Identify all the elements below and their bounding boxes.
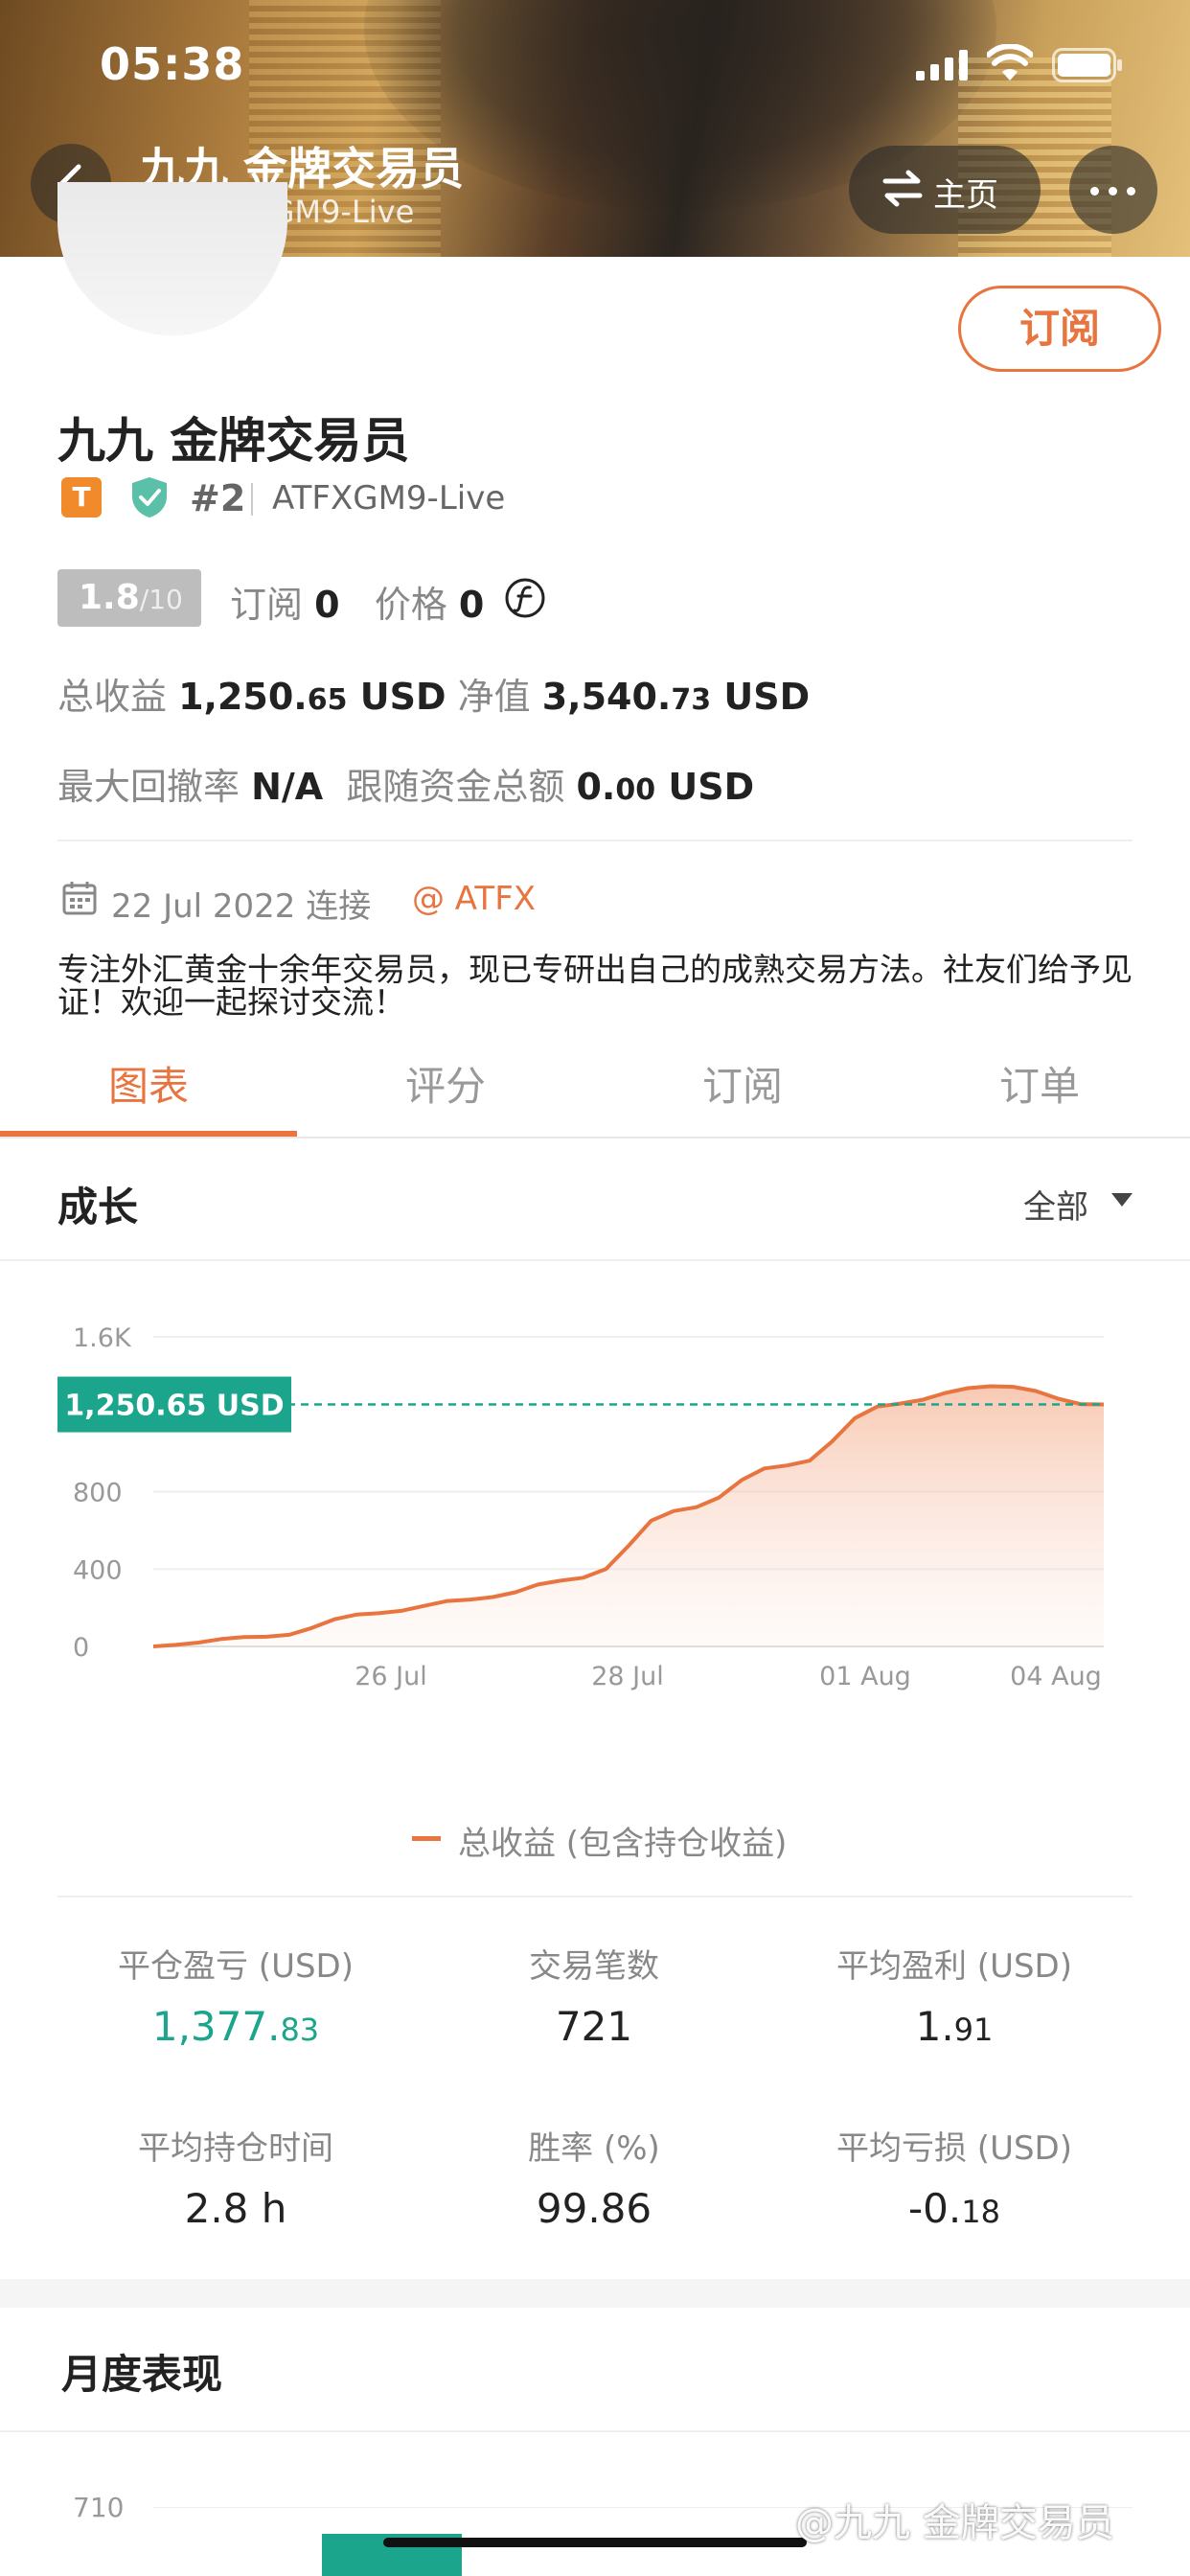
more-dot: [1090, 187, 1099, 196]
divider: [0, 2430, 1190, 2432]
stat-label: 胜率 (%): [528, 2129, 660, 2168]
home-button-label: 主页: [933, 176, 998, 215]
stat-label: 平均亏损 (USD): [836, 2129, 1072, 2168]
drawdown-funds-row: 最大回撤率 N/A 跟随资金总额 0.00 USD: [57, 766, 755, 808]
account-name: ATFXGM9-Live: [272, 479, 506, 518]
stat-label: 平均盈利 (USD): [836, 1947, 1072, 1986]
divider: [57, 1896, 1133, 1898]
divider: [57, 840, 1133, 841]
status-time: 05:38: [100, 38, 245, 90]
bio: 专注外汇黄金十余年交易员，现已专研出自己的成熟交易方法。社友们给予见证！欢迎一起…: [57, 951, 1133, 1021]
legend-swatch: [412, 1836, 441, 1841]
growth-chart: 1.6K 800 400 0 1,250.65 USD 26 Jul 28 Jul 01 …: [57, 1323, 1105, 1691]
growth-area: [153, 1386, 1104, 1646]
home-button[interactable]: 主页: [849, 146, 1041, 234]
battery-icon: [1052, 48, 1122, 82]
watermark: @九九 金牌交易员: [795, 2501, 1114, 2545]
score-badge: 1.8/10: [57, 569, 201, 627]
trader-badge: T: [61, 477, 102, 518]
tab-divider: [0, 1137, 1190, 1138]
y-tick-label: 0: [73, 1633, 89, 1663]
active-tab-indicator: [0, 1131, 297, 1137]
stat-value: -0.18: [908, 2185, 1000, 2232]
wifi-icon: [987, 44, 1033, 80]
rank: #2: [190, 477, 246, 519]
growth-filter[interactable]: 全部: [1023, 1181, 1088, 1228]
dropdown-arrow-icon[interactable]: [1111, 1193, 1133, 1207]
stat-label: 交易笔数: [529, 1947, 659, 1986]
broker-link[interactable]: @ ATFX: [412, 880, 536, 918]
signal-icon: [916, 50, 968, 80]
x-tick-label: 26 Jul: [355, 1662, 427, 1691]
current-value-label: 1,250.65 USD: [64, 1390, 284, 1423]
x-tick-label: 01 Aug: [819, 1662, 911, 1691]
more-button[interactable]: [1069, 146, 1157, 234]
trader-name: 九九 金牌交易员: [57, 413, 410, 469]
connected-date: 22 Jul 2022 连接: [111, 887, 372, 926]
y-tick-label: 400: [73, 1555, 123, 1585]
stat-value: 1,377.83: [151, 2003, 320, 2050]
x-tick-label: 04 Aug: [1010, 1662, 1102, 1691]
avatar[interactable]: [57, 182, 287, 335]
y-tick-label: 1.6K: [73, 1323, 132, 1353]
growth-title: 成长: [57, 1184, 139, 1230]
monthly-y-tick: 710: [73, 2492, 125, 2523]
y-tick-label: 800: [73, 1479, 123, 1508]
home-indicator: [383, 2538, 807, 2547]
x-tick-label: 28 Jul: [591, 1662, 664, 1691]
section-separator: [0, 2279, 1190, 2308]
more-dot: [1127, 187, 1135, 196]
divider: [251, 483, 253, 516]
tab-orders[interactable]: 订单: [891, 1054, 1188, 1113]
profit-equity-row: 总收益 1,250.65 USD 净值 3,540.73 USD: [57, 676, 811, 718]
subscription-price-row: 订阅 0 价格 0: [230, 584, 485, 626]
tab-subscription[interactable]: 订阅: [594, 1054, 891, 1113]
subscribe-button[interactable]: 订阅: [958, 286, 1161, 372]
monthly-title: 月度表现: [61, 2351, 223, 2398]
coin-icon: [505, 578, 545, 618]
swap-icon: [882, 170, 923, 207]
stat-label: 平仓盈亏 (USD): [118, 1947, 354, 1986]
calendar-icon: [62, 882, 97, 915]
verified-shield-icon: [132, 477, 167, 518]
tab-rating[interactable]: 评分: [297, 1054, 594, 1113]
stat-value: 721: [555, 2003, 633, 2050]
more-dot: [1109, 187, 1117, 196]
stat-value: 2.8 h: [184, 2185, 287, 2232]
stat-value: 99.86: [536, 2185, 652, 2232]
stat-label: 平均持仓时间: [138, 2129, 333, 2168]
tab-chart[interactable]: 图表: [0, 1054, 297, 1113]
legend-label: 总收益 (包含持仓收益): [458, 1825, 788, 1863]
divider: [0, 1259, 1190, 1261]
stat-value: 1.91: [915, 2003, 994, 2050]
